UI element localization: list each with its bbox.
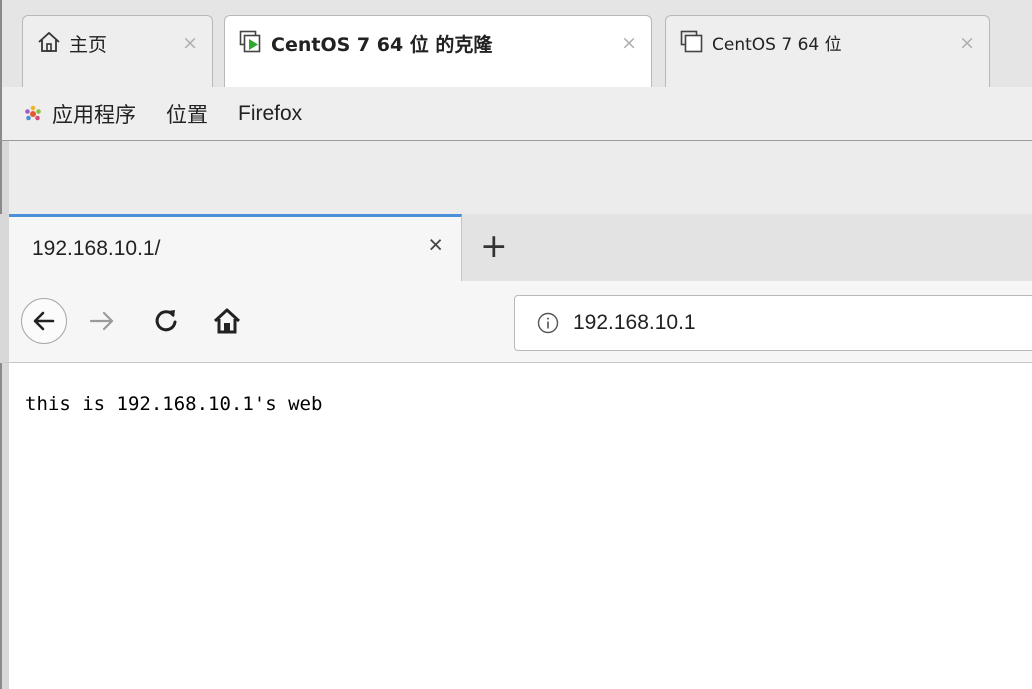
home-button[interactable]: [212, 306, 242, 336]
places-menu[interactable]: 位置: [166, 99, 208, 129]
gnome-foot-icon: [25, 105, 41, 120]
gnome-top-bar: 应用程序 位置 Firefox: [0, 87, 1032, 141]
vm-tab-label: 主页: [69, 34, 108, 56]
firefox-tab-active[interactable]: 192.168.10.1/ ×: [9, 214, 462, 281]
vm-icon: [680, 30, 703, 53]
firefox-title-bar: [0, 141, 1032, 214]
new-tab-button[interactable]: +: [480, 226, 508, 265]
places-label: 位置: [166, 103, 208, 127]
page-content: this is 192.168.10.1's web: [0, 363, 1032, 689]
firefox-app-menu[interactable]: Firefox: [238, 102, 302, 126]
vm-tab-close-button[interactable]: ×: [621, 32, 637, 54]
vm-tab-centos-clone[interactable]: CentOS 7 64 位 的克隆 ×: [224, 15, 652, 87]
vm-tab-strip: 主页 × CentOS 7 64 位 的克隆 × CentOS 7 64 位 ×: [0, 0, 1032, 87]
forward-button[interactable]: [87, 307, 117, 335]
arrow-left-icon: [33, 311, 55, 331]
firefox-nav-bar: 192.168.10.1: [0, 281, 1032, 363]
vm-running-icon: [239, 30, 261, 53]
home-icon: [38, 31, 60, 52]
applications-menu[interactable]: 应用程序: [24, 99, 136, 129]
firefox-label: Firefox: [238, 101, 303, 125]
info-icon[interactable]: [537, 312, 559, 334]
page-body-text: this is 192.168.10.1's web: [25, 393, 323, 415]
reload-button[interactable]: [152, 306, 180, 334]
close-tab-button[interactable]: ×: [428, 231, 443, 260]
url-text: 192.168.10.1: [573, 311, 696, 334]
applications-label: 应用程序: [52, 103, 136, 127]
vm-tab-label: CentOS 7 64 位: [712, 35, 842, 55]
vm-tab-home[interactable]: 主页 ×: [22, 15, 213, 87]
vm-tab-close-button[interactable]: ×: [182, 32, 198, 54]
url-bar[interactable]: 192.168.10.1: [514, 295, 1032, 351]
back-button[interactable]: [21, 298, 67, 344]
vm-tab-close-button[interactable]: ×: [959, 32, 975, 54]
vm-tab-centos[interactable]: CentOS 7 64 位 ×: [665, 15, 990, 87]
vm-tab-label: CentOS 7 64 位 的克隆: [271, 34, 493, 56]
firefox-tab-title: 192.168.10.1/: [32, 237, 161, 260]
firefox-tab-bar: 192.168.10.1/ × +: [0, 214, 1032, 281]
